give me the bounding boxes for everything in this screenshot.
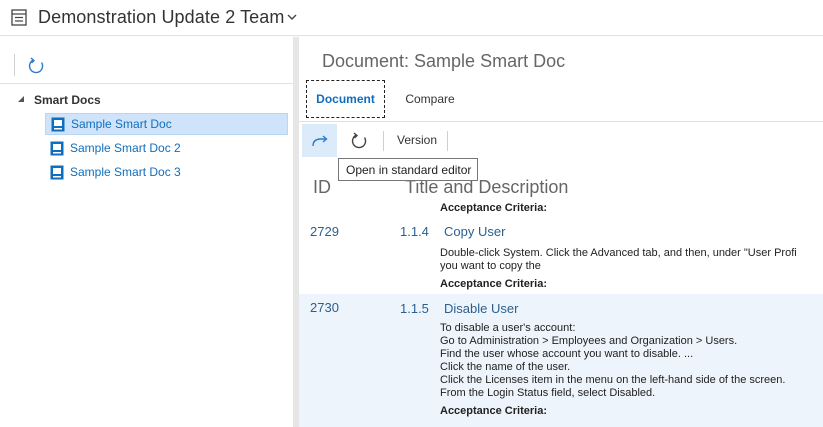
caret-down-icon[interactable] — [17, 95, 25, 103]
acceptance-criteria-label: Acceptance Criteria: — [440, 278, 547, 290]
tree-root-label[interactable]: Smart Docs — [34, 93, 101, 107]
tree-item-sample-smart-doc-3[interactable]: Sample Smart Doc 3 — [45, 161, 288, 183]
version-button[interactable]: Version — [397, 133, 437, 147]
row-title[interactable]: Disable User — [444, 301, 518, 316]
toolbar-divider — [14, 54, 15, 76]
tree-item-label: Sample Smart Doc — [71, 117, 172, 131]
row-title[interactable]: Copy User — [444, 224, 505, 239]
row-description-line: Click the Licenses item in the menu on t… — [440, 374, 786, 386]
smart-doc-icon — [51, 117, 65, 131]
row-description-line: Go to Administration > Employees and Org… — [440, 335, 738, 347]
smart-doc-icon — [50, 165, 64, 179]
document-title: Document: Sample Smart Doc — [322, 51, 566, 71]
chevron-down-icon[interactable] — [286, 11, 298, 23]
acceptance-criteria-label: Acceptance Criteria: — [440, 405, 547, 417]
row-id[interactable]: 2730 — [310, 300, 339, 315]
acceptance-criteria-label: Acceptance Criteria: — [440, 202, 547, 214]
open-in-editor-button[interactable] — [302, 124, 337, 157]
smart-doc-icon — [50, 141, 64, 155]
row-number: 1.1.5 — [400, 301, 429, 316]
team-title[interactable]: Demonstration Update 2 Team — [38, 7, 285, 28]
row-description-line: Double-click System. Click the Advanced … — [440, 247, 797, 259]
redo-arrow-icon — [311, 134, 328, 146]
board-icon — [11, 9, 27, 26]
divider — [0, 83, 293, 84]
tree-item-label: Sample Smart Doc 3 — [70, 165, 181, 179]
row-description-line: From the Login Status field, select Disa… — [440, 387, 656, 399]
tree-item-sample-smart-doc-2[interactable]: Sample Smart Doc 2 — [45, 137, 288, 159]
top-bar: Demonstration Update 2 Team — [0, 0, 823, 36]
tab-document[interactable]: Document — [306, 80, 385, 118]
refresh-icon[interactable] — [349, 131, 369, 151]
divider — [299, 121, 823, 122]
tooltip-open-in-editor: Open in standard editor — [338, 158, 478, 181]
row-id[interactable]: 2729 — [310, 224, 339, 239]
tab-compare[interactable]: Compare — [398, 80, 462, 118]
tree-item-label: Sample Smart Doc 2 — [70, 141, 181, 155]
column-header-id[interactable]: ID — [313, 177, 331, 198]
row-description-line: Find the user whose account you want to … — [440, 348, 694, 360]
tree-item-sample-smart-doc[interactable]: Sample Smart Doc — [45, 113, 288, 135]
row-number: 1.1.4 — [400, 224, 429, 239]
toolbar-divider — [447, 131, 448, 151]
row-description-line: Click the name of the user. — [440, 361, 571, 373]
row-description-line: you want to copy the — [440, 260, 541, 272]
refresh-icon[interactable] — [26, 56, 46, 76]
row-description-line: To disable a user's account: — [440, 322, 576, 334]
toolbar-divider — [383, 131, 384, 151]
